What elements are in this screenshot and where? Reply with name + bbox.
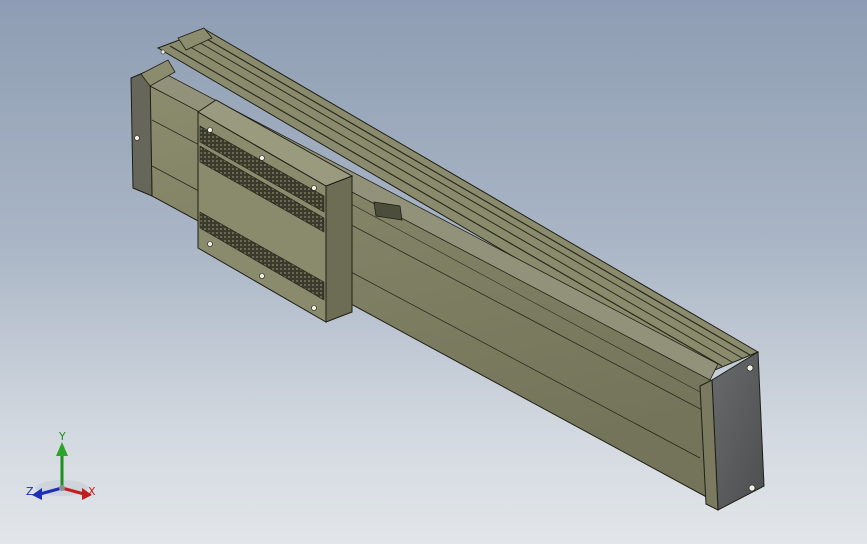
carriage-mount-hole xyxy=(207,127,213,133)
triad-z-label: Z xyxy=(26,485,34,498)
carriage-mount-hole xyxy=(207,241,213,247)
left-end-plate[interactable] xyxy=(130,69,153,197)
end-cap-face xyxy=(711,351,765,511)
end-cap-hole xyxy=(746,364,754,372)
linear-actuator-model[interactable] xyxy=(0,0,867,544)
carriage-mount-hole xyxy=(311,185,317,191)
left-plate-hole xyxy=(160,49,166,55)
triad-axes-icon xyxy=(32,442,92,500)
end-cap-hole xyxy=(748,484,756,492)
carriage-mount-hole xyxy=(259,273,265,279)
carriage-mount-hole xyxy=(259,155,265,161)
triad-x-label: X xyxy=(88,485,96,498)
left-plate-hole xyxy=(134,135,140,141)
graphics-viewport[interactable]: Y X Z xyxy=(0,0,867,544)
coordinate-triad: Y X Z xyxy=(24,428,108,512)
triad-y-label: Y xyxy=(59,430,66,443)
carriage-mount-hole xyxy=(311,305,317,311)
carriage-side-panel xyxy=(325,175,353,323)
